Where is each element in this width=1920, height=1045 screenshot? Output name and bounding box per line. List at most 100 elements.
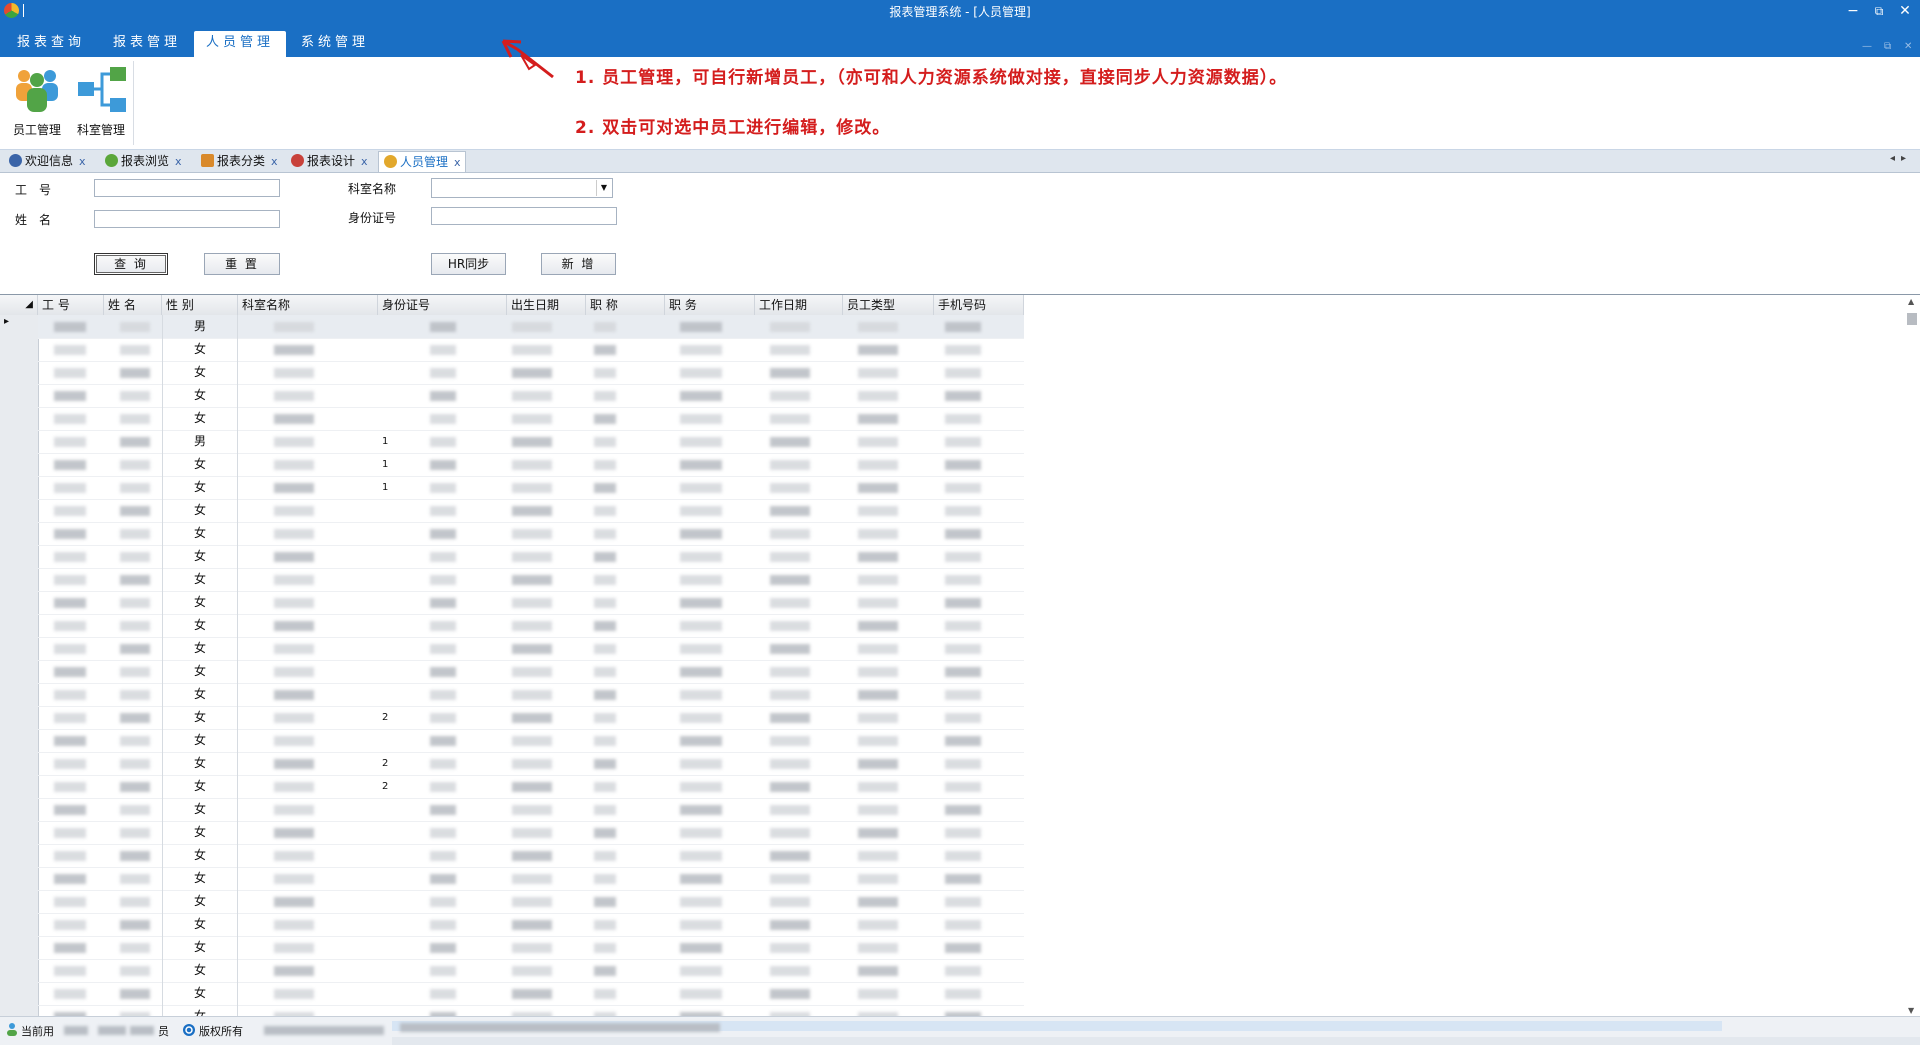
scroll-thumb[interactable]	[1907, 313, 1917, 325]
redacted-cell	[945, 414, 981, 424]
tab-staff-manage[interactable]: 人员管理	[194, 31, 286, 57]
redacted-cell	[512, 322, 552, 332]
table-row[interactable]: 女	[38, 522, 1024, 546]
table-row[interactable]: 女1	[38, 453, 1024, 477]
close-icon[interactable]: x	[271, 155, 278, 168]
table-row[interactable]: 女	[38, 729, 1024, 753]
close-icon[interactable]: x	[361, 155, 368, 168]
column-header[interactable]: 工作日期	[755, 295, 843, 315]
table-row[interactable]: 女	[38, 591, 1024, 615]
redacted-cell	[430, 943, 456, 953]
redacted-cell	[858, 345, 898, 355]
chevron-down-icon[interactable]: ▼	[596, 180, 611, 196]
doc-tab-browse[interactable]: 报表浏览 x	[100, 151, 186, 171]
table-row[interactable]: 男	[38, 315, 1024, 339]
redacted-cell	[945, 483, 981, 493]
table-row[interactable]: 女	[38, 798, 1024, 822]
table-row[interactable]: 女2	[38, 706, 1024, 730]
mdi-restore-icon[interactable]: ⧉	[1884, 41, 1891, 52]
table-row[interactable]: 女	[38, 867, 1024, 891]
table-row[interactable]: 女	[38, 982, 1024, 1006]
close-icon[interactable]: x	[79, 155, 86, 168]
scroll-up-icon[interactable]: ▲	[1908, 297, 1914, 306]
staff-manage-button[interactable]: 员工管理	[8, 63, 66, 143]
select-all-corner[interactable]: ◢	[0, 295, 38, 315]
redacted-cell	[430, 966, 456, 976]
minimize-button[interactable]: −	[1842, 1, 1864, 21]
column-header[interactable]: 姓 名	[104, 295, 162, 315]
idcard-input[interactable]	[431, 207, 617, 225]
table-row[interactable]: 女	[38, 499, 1024, 523]
table-row[interactable]: 女2	[38, 752, 1024, 776]
table-row[interactable]: 女	[38, 637, 1024, 661]
close-icon[interactable]: x	[454, 156, 461, 169]
redacted-cell	[274, 322, 314, 332]
column-header[interactable]: 职 务	[665, 295, 755, 315]
redacted-cell	[945, 345, 981, 355]
department-select[interactable]: ▼	[431, 178, 613, 198]
reset-button[interactable]: 重 置	[204, 253, 280, 275]
tab-system-manage[interactable]: 系统管理	[290, 31, 380, 57]
table-row[interactable]: 女	[38, 384, 1024, 408]
redacted-cell	[680, 575, 722, 585]
table-row[interactable]: 女	[38, 959, 1024, 983]
redacted-cell	[858, 598, 898, 608]
employee-no-input[interactable]	[94, 179, 280, 197]
doc-tab-design[interactable]: 报表设计 x	[286, 151, 372, 171]
column-header[interactable]: 职 称	[586, 295, 665, 315]
column-header[interactable]: 身份证号	[378, 295, 507, 315]
close-button[interactable]: ✕	[1894, 1, 1916, 21]
table-row[interactable]: 女	[38, 821, 1024, 845]
tab-report-manage[interactable]: 报表管理	[102, 31, 192, 57]
tab-scroll-arrows-icon[interactable]: ◂▸	[1890, 153, 1912, 164]
doc-tab-staff[interactable]: 人员管理 x	[378, 151, 466, 172]
scroll-down-icon[interactable]: ▼	[1908, 1006, 1914, 1015]
staff-data-grid[interactable]: ◢ 工 号姓 名性 别科室名称 身份证号 出生日期职 称职 务工作日期 员工类型 手机号…	[0, 294, 1920, 1017]
restore-button[interactable]: ⧉	[1868, 1, 1890, 21]
table-row[interactable]: 女2	[38, 775, 1024, 799]
gender-cell: 女	[162, 821, 238, 844]
status-bar: 当前用 员 版权所有	[0, 1016, 1920, 1045]
department-manage-button[interactable]: 科室管理	[72, 63, 130, 143]
query-button[interactable]: 查 询	[94, 253, 168, 275]
table-row[interactable]: 女	[38, 890, 1024, 914]
table-row[interactable]: 女1	[38, 476, 1024, 500]
table-row[interactable]: 女	[38, 683, 1024, 707]
redacted-cell	[512, 690, 552, 700]
column-header[interactable]: 手机号码	[934, 295, 1024, 315]
close-icon[interactable]: x	[175, 155, 182, 168]
add-button[interactable]: 新 增	[541, 253, 616, 275]
redacted-cell	[54, 897, 86, 907]
column-header[interactable]: 工 号	[38, 295, 104, 315]
name-input[interactable]	[94, 210, 280, 228]
column-header[interactable]: 科室名称	[238, 295, 378, 315]
redacted-cell	[594, 437, 616, 447]
mdi-minimize-icon[interactable]: —	[1862, 41, 1872, 52]
doc-tab-category[interactable]: 报表分类 x	[196, 151, 282, 171]
doc-tab-welcome[interactable]: 欢迎信息 x	[4, 151, 90, 171]
redacted-cell	[54, 874, 86, 884]
vertical-scrollbar[interactable]: ▲ ▼	[1904, 295, 1920, 1017]
hr-sync-button[interactable]: HR同步	[431, 253, 506, 275]
table-row[interactable]: 女	[38, 844, 1024, 868]
table-row[interactable]: 女	[38, 660, 1024, 684]
table-row[interactable]: 女	[38, 407, 1024, 431]
column-header[interactable]: 出生日期	[507, 295, 586, 315]
table-row[interactable]: 女	[38, 361, 1024, 385]
table-row[interactable]: 女	[38, 614, 1024, 638]
redacted-cell	[945, 598, 981, 608]
redacted-cell	[945, 943, 981, 953]
table-row[interactable]: 女	[38, 913, 1024, 937]
column-header[interactable]: 员工类型	[843, 295, 934, 315]
gender-cell: 女	[162, 591, 238, 614]
table-row[interactable]: 女	[38, 338, 1024, 362]
table-row[interactable]: 女	[38, 568, 1024, 592]
tab-report-query[interactable]: 报表查询	[6, 31, 96, 57]
redacted-cell	[512, 598, 552, 608]
table-row[interactable]: 男1	[38, 430, 1024, 454]
column-header[interactable]: 性 别	[162, 295, 238, 315]
mdi-close-icon[interactable]: ✕	[1904, 41, 1912, 52]
gender-cell: 女	[162, 844, 238, 867]
table-row[interactable]: 女	[38, 545, 1024, 569]
table-row[interactable]: 女	[38, 936, 1024, 960]
